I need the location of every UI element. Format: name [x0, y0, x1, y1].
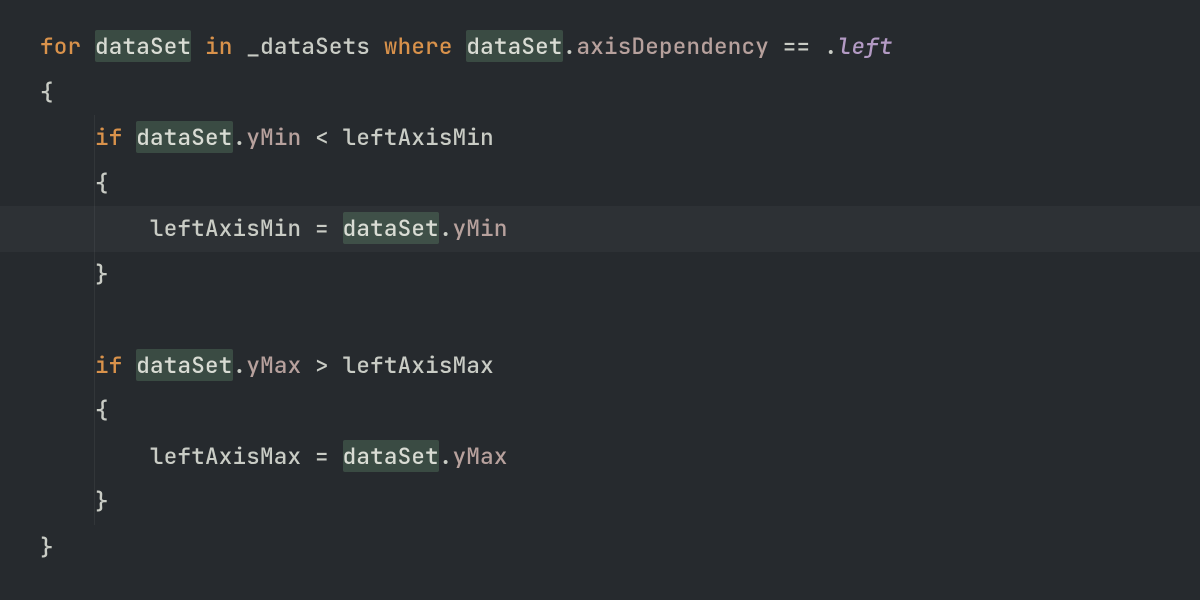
code-line[interactable]: { — [0, 161, 1200, 207]
dot: . — [233, 350, 247, 380]
code-line[interactable]: for dataSet in _dataSets where dataSet.a… — [0, 24, 1200, 70]
dot: . — [563, 31, 577, 61]
identifier-dataset: dataSet — [343, 440, 439, 472]
identifier-dataset: dataSet — [466, 30, 562, 62]
operator-assign: = — [315, 213, 329, 243]
brace-close: } — [95, 486, 109, 516]
dot: . — [824, 31, 838, 61]
identifier-leftaxismax: leftAxisMax — [150, 441, 301, 471]
member-axisdependency: axisDependency — [576, 31, 769, 61]
brace-close: } — [40, 532, 54, 562]
member-ymax: yMax — [246, 350, 301, 380]
identifier-dataset: dataSet — [136, 349, 232, 381]
member-ymin: yMin — [246, 122, 301, 152]
member-ymax: yMax — [453, 441, 508, 471]
code-line[interactable]: { — [0, 388, 1200, 434]
identifier-leftaxismin: leftAxisMin — [150, 213, 301, 243]
brace-close: } — [95, 259, 109, 289]
operator-lt: < — [315, 122, 329, 152]
dot: . — [439, 441, 453, 471]
identifier-datasets: _dataSets — [246, 31, 370, 61]
code-editor[interactable]: for dataSet in _dataSets where dataSet.a… — [0, 0, 1200, 570]
brace-open: { — [95, 395, 109, 425]
code-line[interactable]: if dataSet.yMin < leftAxisMin — [0, 115, 1200, 161]
dot: . — [439, 213, 453, 243]
code-line[interactable]: } — [0, 525, 1200, 571]
identifier-leftaxismin: leftAxisMin — [343, 122, 494, 152]
keyword-in: in — [205, 31, 233, 61]
identifier-leftaxismax: leftAxisMax — [343, 350, 494, 380]
brace-open: { — [40, 77, 54, 107]
member-ymin: yMin — [453, 213, 508, 243]
enum-left: left — [838, 31, 893, 61]
code-line[interactable]: { — [0, 70, 1200, 116]
code-line-blank[interactable] — [0, 297, 1200, 343]
keyword-if: if — [95, 350, 123, 380]
code-line[interactable]: } — [0, 252, 1200, 298]
operator-eqeq: == — [783, 31, 811, 61]
code-line-current[interactable]: leftAxisMin = dataSet.yMin — [0, 206, 1200, 252]
dot: . — [233, 122, 247, 152]
operator-gt: > — [315, 350, 329, 380]
identifier-dataset: dataSet — [95, 30, 191, 62]
brace-open: { — [95, 168, 109, 198]
code-line[interactable]: } — [0, 479, 1200, 525]
operator-assign: = — [315, 441, 329, 471]
identifier-dataset: dataSet — [136, 121, 232, 153]
identifier-dataset: dataSet — [343, 212, 439, 244]
code-line[interactable]: if dataSet.yMax > leftAxisMax — [0, 343, 1200, 389]
keyword-if: if — [95, 122, 123, 152]
code-line[interactable]: leftAxisMax = dataSet.yMax — [0, 434, 1200, 480]
keyword-for: for — [40, 31, 81, 61]
keyword-where: where — [384, 31, 453, 61]
